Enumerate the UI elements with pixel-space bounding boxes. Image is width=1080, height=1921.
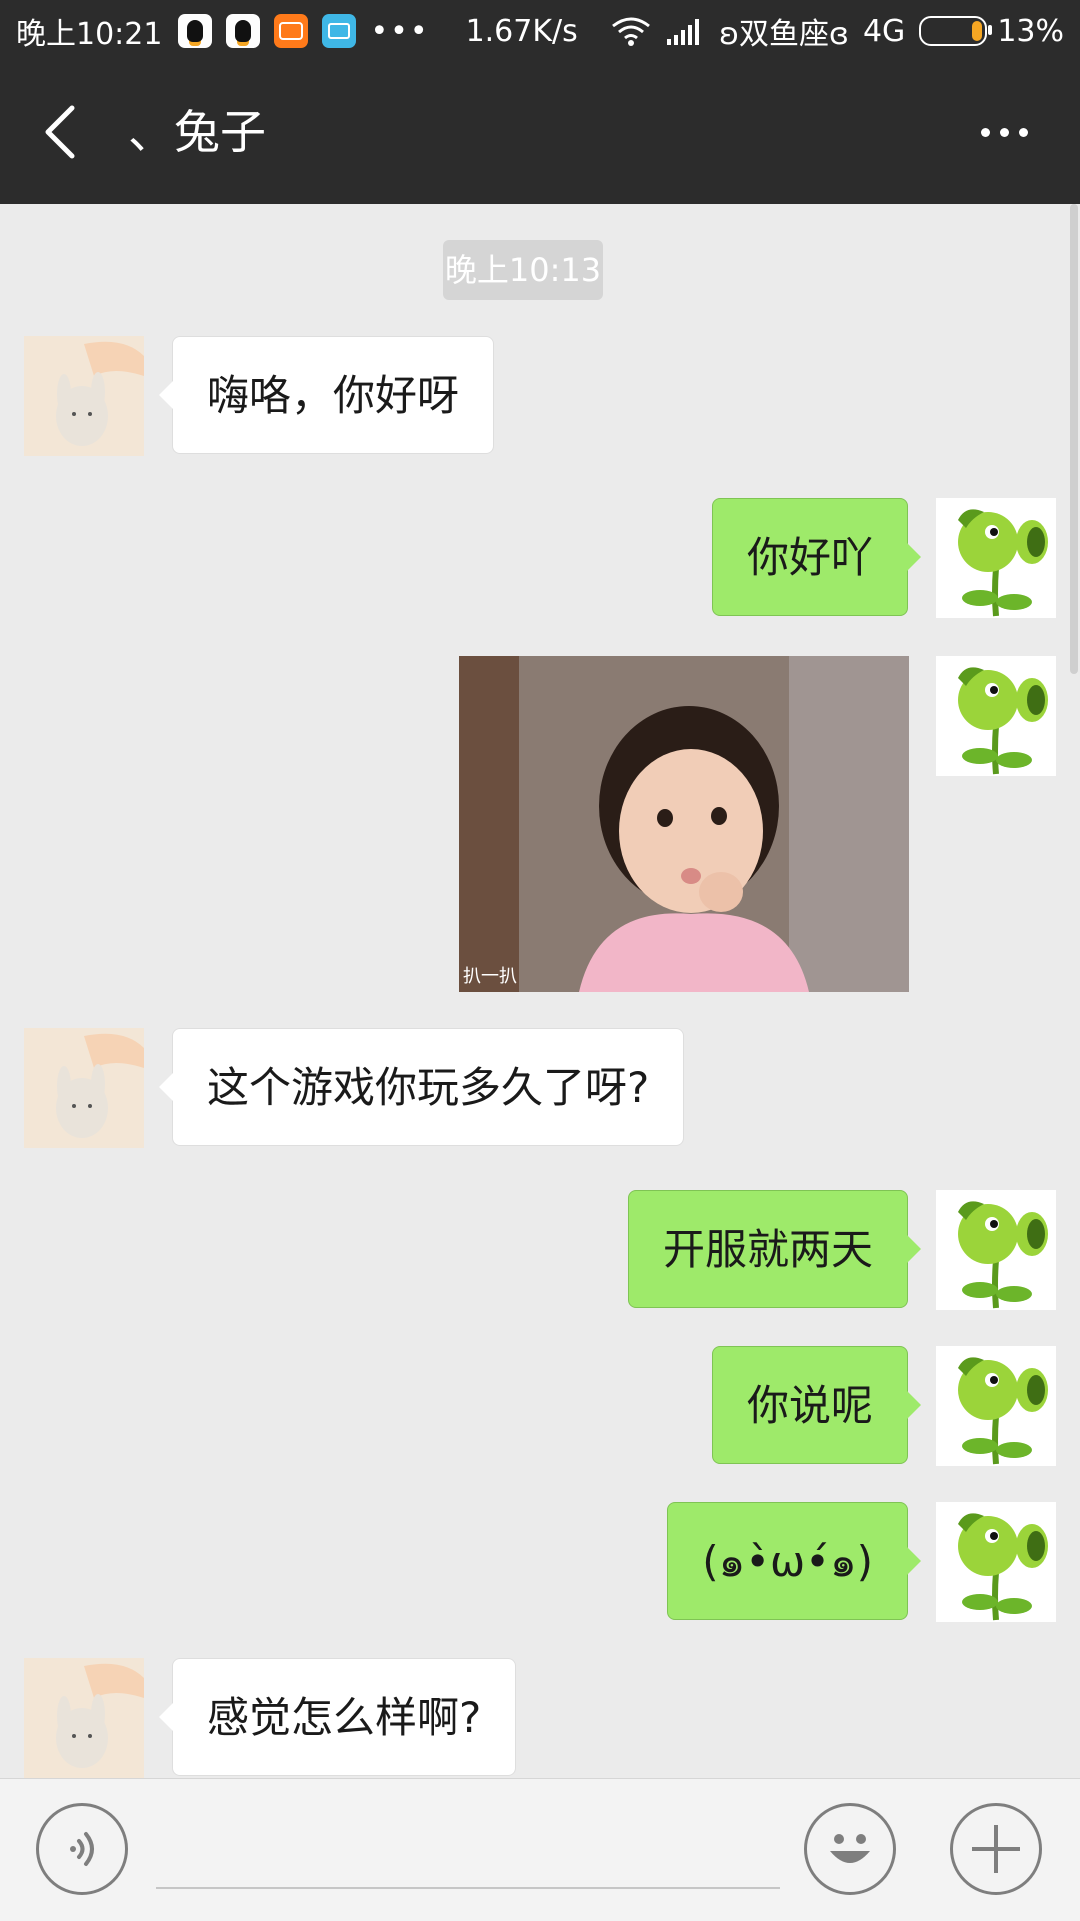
qq-notification-icon [178,14,213,48]
qq-notification-icon [226,14,261,48]
dot [999,127,1009,137]
friend-avatar[interactable] [24,1028,144,1148]
more-button[interactable] [964,102,1044,162]
chat-title: 、兔子 [128,105,266,159]
plus-icon [972,1825,1020,1873]
voice-button[interactable] [36,1803,128,1895]
network-speed: 1.67K/s [465,13,578,49]
network-type: 4G [862,13,906,49]
message-notification-icon [322,14,357,48]
message-input[interactable] [156,1887,780,1889]
image-caption: 扒一扒 [463,966,517,987]
message-bubble-outgoing[interactable]: (๑•̀ω•́๑) [667,1502,921,1620]
message-bubble-incoming[interactable]: 这个游戏你玩多久了呀? [158,1028,685,1146]
status-right: ʚ双鱼座ɞ 4G 13% [611,9,1080,53]
battery-icon [919,16,993,46]
back-button[interactable] [30,102,90,162]
voice-icon [70,1832,94,1866]
my-avatar[interactable] [936,498,1056,618]
battery-percent: 13% [997,13,1064,49]
chat-area[interactable]: 晚上10:13 嗨咯，你好呀 你好吖 扒一扒 这个游戏你玩多久了呀? 开服就两天… [0,204,1080,1778]
emoji-button[interactable] [804,1803,896,1895]
message-bubble-incoming[interactable]: 嗨咯，你好呀 [158,336,495,454]
dot [980,127,990,137]
friend-avatar[interactable] [24,336,144,456]
status-bar: 晚上10:21 ••• 1.67K/s ʚ双鱼座ɞ 4G 13% [0,0,1080,62]
scrollbar[interactable] [1070,204,1078,674]
carrier-name: ʚ双鱼座ɞ [719,17,849,52]
chevron-left-icon [45,105,75,159]
friend-avatar[interactable] [24,1658,144,1778]
message-bubble-outgoing[interactable]: 你好吖 [711,498,922,616]
my-avatar[interactable] [936,656,1056,776]
message-timestamp: 晚上10:13 [443,240,603,300]
status-time: 晚上10:21 [16,17,163,52]
taobao-notification-icon [274,14,309,48]
chat-header: 、兔子 [0,62,1080,204]
message-bubble-outgoing[interactable]: 你说呢 [711,1346,922,1464]
battery-level [972,21,983,41]
message-bubble-incoming[interactable]: 感觉怎么样啊? [158,1658,517,1776]
my-avatar[interactable] [936,1502,1056,1622]
input-bar [0,1778,1080,1921]
more-notifications-icon: ••• [370,13,430,49]
message-image[interactable]: 扒一扒 [459,656,909,992]
message-bubble-outgoing[interactable]: 开服就两天 [627,1190,922,1308]
dot [1018,127,1028,137]
my-avatar[interactable] [936,1346,1056,1466]
wifi-icon [611,16,651,46]
status-left: 晚上10:21 ••• 1.67K/s [0,9,600,53]
plus-button[interactable] [950,1803,1042,1895]
signal-icon [667,17,703,45]
my-avatar[interactable] [936,1190,1056,1310]
emoji-icon [830,1834,870,1863]
